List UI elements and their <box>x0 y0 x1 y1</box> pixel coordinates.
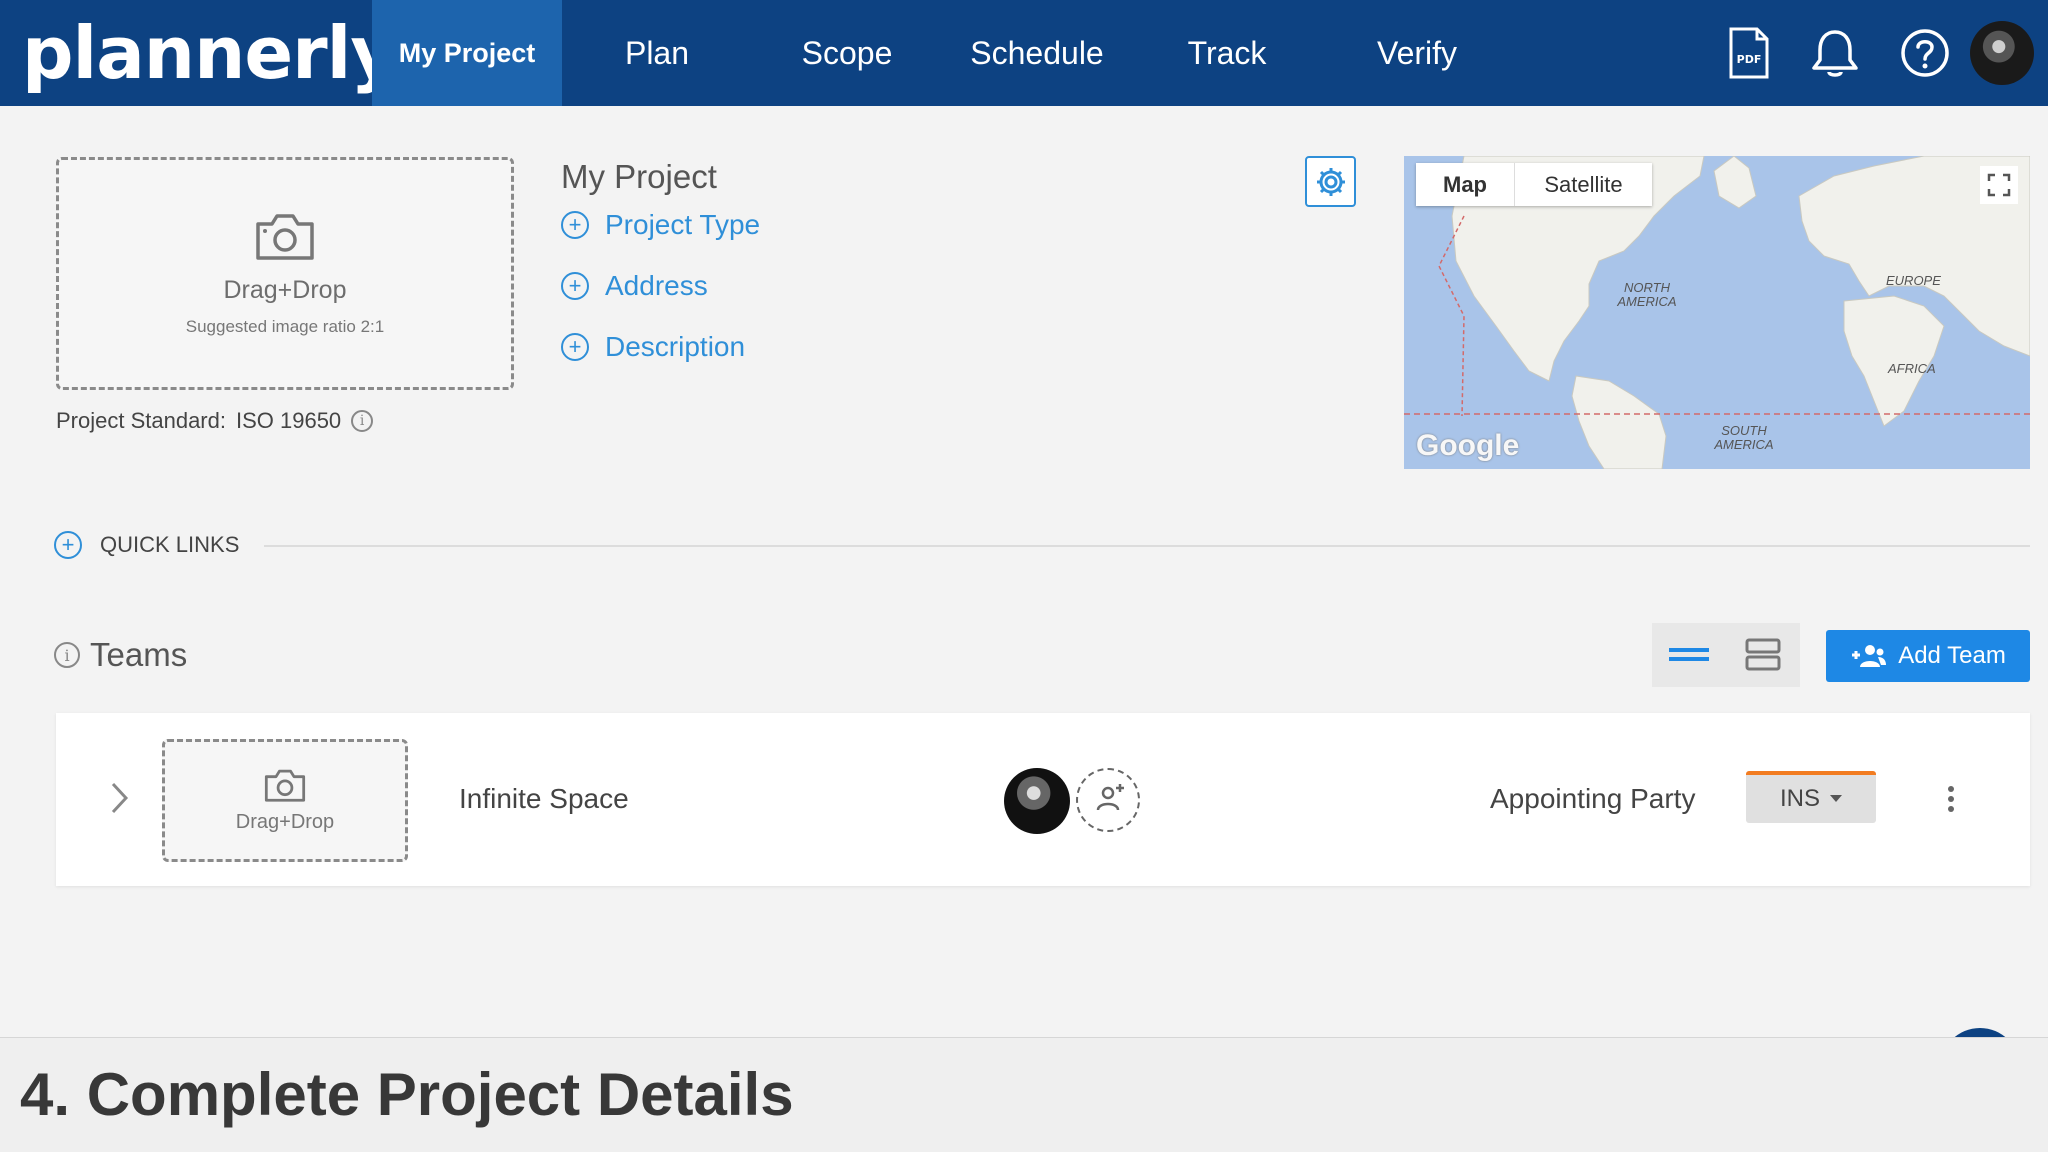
plus-circle-icon: + <box>561 211 589 239</box>
map-type-toggle: Map Satellite <box>1416 163 1652 206</box>
plus-circle-icon: + <box>54 531 82 559</box>
project-image-dropzone[interactable]: Drag+Drop Suggested image ratio 2:1 <box>56 157 514 390</box>
view-toggle <box>1652 623 1800 687</box>
project-title: My Project <box>561 158 717 195</box>
project-type-label: Project Type <box>605 209 761 240</box>
expand-row-button[interactable] <box>100 773 140 823</box>
compact-list-icon <box>1669 648 1709 661</box>
pdf-icon[interactable]: PDF <box>1708 12 1790 94</box>
tab-my-project[interactable]: My Project <box>372 0 562 106</box>
caption-text: 4. Complete Project Details <box>20 1061 794 1128</box>
camera-icon <box>264 769 306 802</box>
map-region-label: AFRICA <box>1888 361 1936 376</box>
map-region-label: SOUTH AMERICA <box>1714 423 1774 452</box>
add-description-link[interactable]: + Description <box>561 331 745 363</box>
tab-scope[interactable]: Scope <box>752 0 942 106</box>
info-icon[interactable]: i <box>351 410 374 432</box>
bell-icon[interactable] <box>1790 12 1880 94</box>
member-avatar[interactable] <box>1004 768 1070 834</box>
team-image-dropzone[interactable]: Drag+Drop <box>162 739 408 862</box>
google-logo: Google <box>1416 429 1520 462</box>
standard-label: Project Standard: <box>56 408 226 433</box>
quick-links-label: QUICK LINKS <box>100 532 240 557</box>
caret-down-icon <box>1830 795 1842 802</box>
top-nav: plannerly My Project Plan Scope Schedule… <box>0 0 2048 106</box>
fullscreen-icon <box>1987 173 2011 197</box>
satellite-view-button[interactable]: Satellite <box>1514 163 1652 206</box>
tab-verify[interactable]: Verify <box>1322 0 1512 106</box>
address-label: Address <box>605 270 708 301</box>
kebab-menu-icon <box>1948 786 1954 812</box>
tab-track[interactable]: Track <box>1132 0 1322 106</box>
standard-value: ISO 19650 <box>235 408 342 433</box>
dropzone-hint: Suggested image ratio 2:1 <box>185 317 385 336</box>
team-code: INS <box>1779 785 1820 812</box>
row-menu-button[interactable] <box>1936 771 1966 827</box>
add-member-button[interactable] <box>1076 768 1140 832</box>
svg-text:PDF: PDF <box>1737 53 1762 66</box>
nav-actions: PDF <box>1708 0 2048 106</box>
description-label: Description <box>605 331 746 362</box>
info-icon[interactable]: i <box>54 642 80 668</box>
add-person-icon <box>1096 784 1124 811</box>
map-view-button[interactable]: Map <box>1416 163 1514 206</box>
add-address-link[interactable]: + Address <box>561 270 708 302</box>
add-project-type-link[interactable]: + Project Type <box>561 209 760 241</box>
tab-plan[interactable]: Plan <box>562 0 752 106</box>
add-team-label: Add Team <box>1898 642 2006 669</box>
gear-icon <box>1316 167 1345 196</box>
help-icon[interactable] <box>1880 12 1970 94</box>
expanded-view-button[interactable] <box>1726 623 1800 687</box>
fullscreen-button[interactable] <box>1980 166 2018 204</box>
plus-circle-icon: + <box>561 272 589 300</box>
map-region-label: EUROPE <box>1886 273 1941 288</box>
compact-view-button[interactable] <box>1652 623 1726 687</box>
team-row: Drag+Drop Infinite Space Appointing Part… <box>56 713 2030 886</box>
divider <box>264 545 2030 547</box>
expanded-list-icon <box>1745 638 1781 671</box>
chevron-right-icon <box>111 782 129 814</box>
add-team-button[interactable]: Add Team <box>1826 630 2030 682</box>
user-avatar[interactable] <box>1970 21 2034 85</box>
project-settings-button[interactable] <box>1305 156 1356 207</box>
tab-schedule[interactable]: Schedule <box>942 0 1132 106</box>
project-standard: Project Standard: ISO 19650 i <box>56 408 374 434</box>
project-map[interactable]: Map Satellite NORTH AMERICA EUROPE AFRIC… <box>1404 156 2030 469</box>
caption-bar: 4. Complete Project Details <box>0 1037 2048 1152</box>
teams-header: i Teams <box>54 636 187 674</box>
team-code-dropdown[interactable]: INS <box>1746 771 1876 823</box>
quick-links-toggle[interactable]: + QUICK LINKS <box>54 531 239 559</box>
dropzone-label: Drag+Drop <box>223 276 347 304</box>
dropzone-label: Drag+Drop <box>235 811 335 833</box>
add-group-icon <box>1852 645 1887 667</box>
plus-circle-icon: + <box>561 333 589 361</box>
team-name[interactable]: Infinite Space <box>459 783 629 815</box>
team-role: Appointing Party <box>1490 783 1696 814</box>
teams-title: Teams <box>90 636 188 673</box>
app-logo[interactable]: plannerly <box>0 0 397 106</box>
map-region-label: NORTH AMERICA <box>1617 280 1677 309</box>
camera-icon <box>256 214 314 260</box>
